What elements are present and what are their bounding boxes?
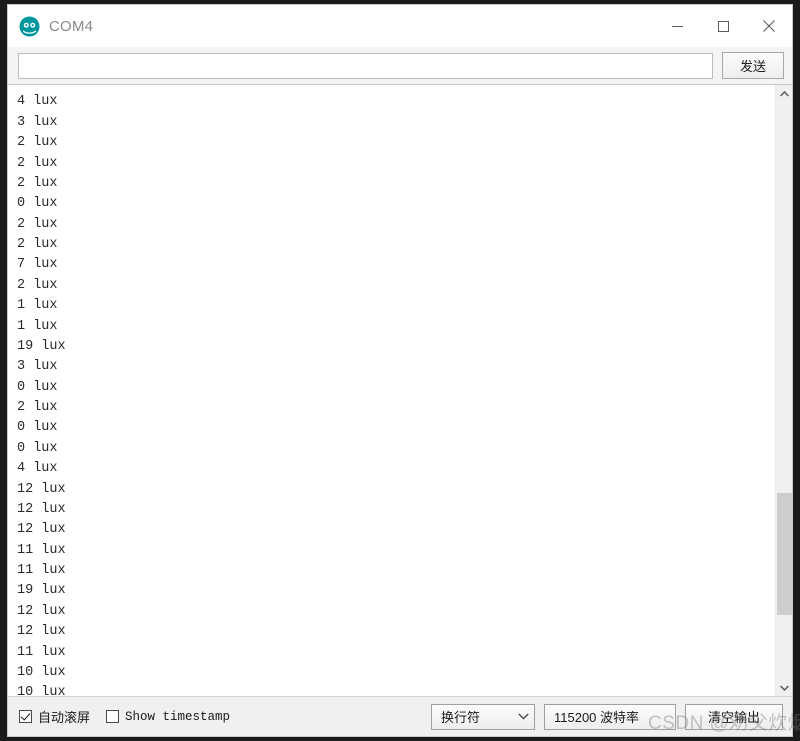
serial-output-line: 2 lux [17,155,58,171]
line-ending-value: 换行符 [441,710,481,725]
serial-output-line: 12 lux [17,603,66,619]
show-timestamp-checkbox-group[interactable]: Show timestamp [106,710,230,724]
serial-monitor-window: COM4 发送 12 lux4 lux3 lux2 lux2 l [7,4,793,737]
screenshot-root: COM4 发送 12 lux4 lux3 lux2 lux2 l [0,0,800,741]
arduino-infinity-icon [19,16,40,37]
autoscroll-label: 自动滚屏 [38,710,91,725]
maximize-button[interactable] [700,5,746,47]
autoscroll-checkbox[interactable] [19,710,32,723]
send-button[interactable]: 发送 [722,52,784,79]
title-bar: COM4 [8,5,792,47]
serial-output-line: 3 lux [17,114,58,130]
autoscroll-checkbox-group[interactable]: 自动滚屏 [19,707,90,726]
status-bar: 自动滚屏 Show timestamp 换行符 115200 波特率 清空输出 [8,696,792,736]
minimize-button[interactable] [654,5,700,47]
serial-output-line: 12 lux [17,85,775,92]
serial-output-line: 11 lux [17,542,66,558]
title-bar-left: COM4 [8,16,93,37]
serial-output-line: 19 lux [17,338,66,354]
serial-output-line: 2 lux [17,237,58,252]
serial-output-line: 4 lux [17,461,58,477]
window-controls [654,5,792,47]
console-area: 12 lux 4 lux 3 lux 2 lux 2 lux 2 lux 0 lux 2 lu… [8,84,792,696]
send-row: 发送 [8,47,792,84]
scroll-up-icon[interactable] [776,85,792,102]
serial-output-line: 12 lux [17,522,66,538]
baud-rate-value: 115200 波特率 [554,710,640,725]
serial-output-line: 12 lux [17,481,66,497]
serial-output-line: 11 lux [17,563,66,578]
serial-output-line: 10 lux [17,664,66,680]
serial-output-line: 2 lux [17,277,58,293]
serial-output-lines: 12 lux 4 lux 3 lux 2 lux 2 lux 2 lux 0 lux 2 lu… [17,85,775,696]
serial-output-line: 0 lux [17,440,58,456]
show-timestamp-checkbox[interactable] [106,710,120,723]
serial-output-line: 2 lux [17,175,58,191]
serial-output-line: 4 lux [17,94,58,110]
serial-output-line: 1 lux [17,298,58,314]
serial-output-line: 11 lux [17,644,66,660]
serial-output-line: 0 lux [17,196,58,212]
line-ending-select[interactable]: 换行符 [431,703,535,730]
close-button[interactable] [746,5,792,47]
serial-output-line: 3 lux [17,359,58,375]
serial-output-line: 12 lux [17,501,66,517]
serial-output-line: 12 lux [17,624,66,640]
window-title: COM4 [49,17,94,35]
serial-output-line: 2 lux [17,135,58,151]
show-timestamp-label: Show timestamp [125,709,231,724]
serial-output-line: 0 lux [17,420,58,436]
serial-output-line: 0 lux [17,379,58,395]
baud-rate-select[interactable]: 115200 波特率 [544,703,676,730]
serial-output-line: 2 lux [17,400,58,415]
serial-send-input[interactable] [18,52,713,79]
scrollbar-thumb[interactable] [777,493,792,615]
serial-output[interactable]: 12 lux 4 lux 3 lux 2 lux 2 lux 2 lux 0 lux 2 lu… [8,85,775,696]
serial-output-line: 2 lux [17,216,58,232]
serial-output-line: 1 lux [17,318,58,334]
clear-output-button[interactable]: 清空输出 [685,703,783,730]
vertical-scrollbar[interactable] [775,85,792,696]
chevron-down-icon [518,713,529,720]
serial-output-line: 7 lux [17,257,58,273]
serial-output-line: 19 lux [17,583,66,599]
scroll-down-icon[interactable] [776,679,792,696]
serial-output-line: 10 lux [17,685,66,696]
